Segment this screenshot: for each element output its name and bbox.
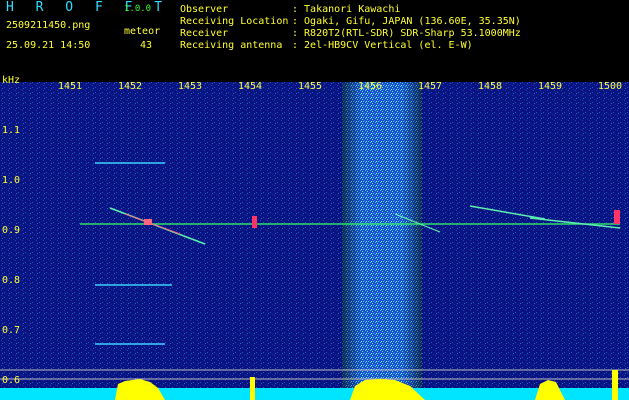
x-tick: 1454	[238, 81, 263, 92]
x-tick: 1455	[298, 81, 323, 92]
y-tick: 0.8	[2, 275, 21, 286]
antenna-value: : 2el-HB9CV Vertical (el. E-W)	[292, 40, 473, 51]
y-tick: 1.1	[2, 125, 21, 136]
x-tick: 1456	[358, 81, 383, 92]
x-tick: 1457	[418, 81, 443, 92]
header-panel: H R O F F T 1.0.0 2509211450.png 25.09.2…	[0, 0, 629, 74]
location-key: Receiving Location	[180, 16, 289, 27]
file-name: 2509211450.png	[6, 20, 91, 31]
observer-value: : Takanori Kawachi	[292, 4, 401, 15]
meteor-echo	[144, 219, 152, 225]
location-value: : Ogaki, Gifu, JAPAN (136.60E, 35.35N)	[292, 16, 521, 27]
meteor-echo	[614, 210, 620, 224]
meteor-count-bar	[250, 377, 255, 400]
axis-unit: kHz	[2, 75, 21, 86]
meteor-label: meteor	[124, 26, 161, 37]
app-version: 1.0.0	[124, 4, 152, 14]
spectrogram	[0, 82, 629, 400]
observer-key: Observer	[180, 4, 229, 15]
noise-floor	[0, 82, 629, 400]
y-tick: 0.9	[2, 225, 21, 236]
y-tick: 0.7	[2, 325, 21, 336]
y-tick: 1.0	[2, 175, 21, 186]
x-tick: 1500	[598, 81, 623, 92]
meteor-echo	[252, 216, 257, 228]
x-tick: 1453	[178, 81, 203, 92]
baseline-level	[0, 388, 629, 400]
receiver-value: : R820T2(RTL-SDR) SDR-Sharp 53.1000MHz	[292, 28, 521, 39]
meteor-count-bar	[612, 370, 618, 400]
antenna-key: Receiving antenna	[180, 40, 283, 51]
receiver-key: Receiver	[180, 28, 229, 39]
x-tick: 1459	[538, 81, 563, 92]
meteor-count: 43	[140, 40, 153, 51]
x-tick: 1458	[478, 81, 503, 92]
date-time: 25.09.21 14:50	[6, 40, 91, 51]
x-tick: 1451	[58, 81, 83, 92]
y-tick: 0.6	[2, 375, 21, 386]
x-tick: 1452	[118, 81, 143, 92]
